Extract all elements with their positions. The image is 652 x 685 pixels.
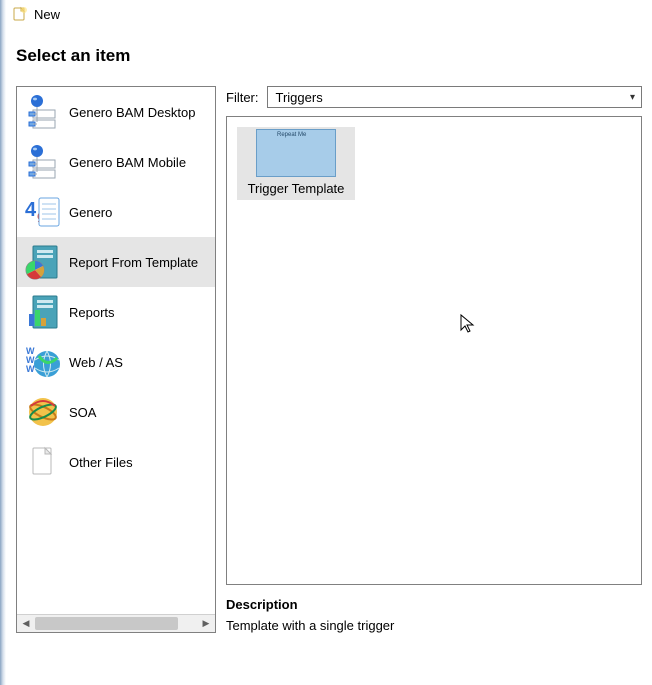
category-horizontal-scrollbar[interactable]: ◀ ▶: [17, 614, 215, 632]
new-dialog: New Select an item: [6, 0, 652, 685]
content-panel: Filter: Triggers ▾ Repeat Me Trigger Tem…: [226, 86, 642, 633]
category-label: SOA: [69, 405, 96, 420]
svg-text:4: 4: [25, 199, 37, 221]
web-as-icon: W W W: [21, 340, 65, 384]
filter-value: Triggers: [276, 90, 323, 105]
svg-text:W: W: [26, 364, 35, 374]
page-title: Select an item: [6, 24, 652, 78]
item-area: Repeat Me Trigger Template: [226, 116, 642, 585]
scroll-right-arrow-icon[interactable]: ▶: [197, 615, 215, 632]
dialog-body: Genero BAM Desktop: [6, 78, 652, 643]
category-list: Genero BAM Desktop: [17, 87, 215, 614]
soa-icon: [21, 390, 65, 434]
category-label: Genero BAM Desktop: [69, 105, 195, 120]
chevron-down-icon: ▾: [630, 92, 635, 103]
template-thumbnail-icon: Repeat Me: [256, 129, 336, 177]
filter-dropdown[interactable]: Triggers ▾: [267, 86, 643, 108]
description-text: Template with a single trigger: [226, 618, 642, 633]
scroll-track[interactable]: [35, 615, 197, 632]
item-label: Trigger Template: [248, 181, 345, 196]
category-label: Web / AS: [69, 355, 123, 370]
scroll-thumb[interactable]: [35, 617, 178, 630]
category-item-soa[interactable]: SOA: [17, 387, 215, 437]
category-item-reports[interactable]: Reports: [17, 287, 215, 337]
window-title: New: [34, 7, 60, 22]
titlebar: New: [6, 0, 652, 24]
filter-row: Filter: Triggers ▾: [226, 86, 642, 108]
new-file-icon: [12, 6, 28, 22]
thumbnail-hint: Repeat Me: [277, 132, 306, 138]
genero-icon: 4 gl: [21, 190, 65, 234]
category-item-bam-mobile[interactable]: Genero BAM Mobile: [17, 137, 215, 187]
category-label: Genero BAM Mobile: [69, 155, 186, 170]
category-label: Report From Template: [69, 255, 198, 270]
report-template-icon: [21, 240, 65, 284]
bam-desktop-icon: [21, 90, 65, 134]
description-block: Description Template with a single trigg…: [226, 597, 642, 633]
category-item-report-template[interactable]: Report From Template: [17, 237, 215, 287]
category-item-bam-desktop[interactable]: Genero BAM Desktop: [17, 87, 215, 137]
filter-label: Filter:: [226, 90, 259, 105]
category-label: Genero: [69, 205, 112, 220]
scroll-left-arrow-icon[interactable]: ◀: [17, 615, 35, 632]
other-files-icon: [21, 440, 65, 484]
reports-icon: [21, 290, 65, 334]
category-item-other-files[interactable]: Other Files: [17, 437, 215, 487]
category-item-genero[interactable]: 4 gl Genero: [17, 187, 215, 237]
item-trigger-template[interactable]: Repeat Me Trigger Template: [237, 127, 355, 200]
category-item-web-as[interactable]: W W W Web / AS: [17, 337, 215, 387]
category-panel: Genero BAM Desktop: [16, 86, 216, 633]
category-label: Reports: [69, 305, 115, 320]
category-label: Other Files: [69, 455, 133, 470]
description-title: Description: [226, 597, 642, 612]
mouse-cursor-icon: [459, 313, 477, 335]
bam-mobile-icon: [21, 140, 65, 184]
